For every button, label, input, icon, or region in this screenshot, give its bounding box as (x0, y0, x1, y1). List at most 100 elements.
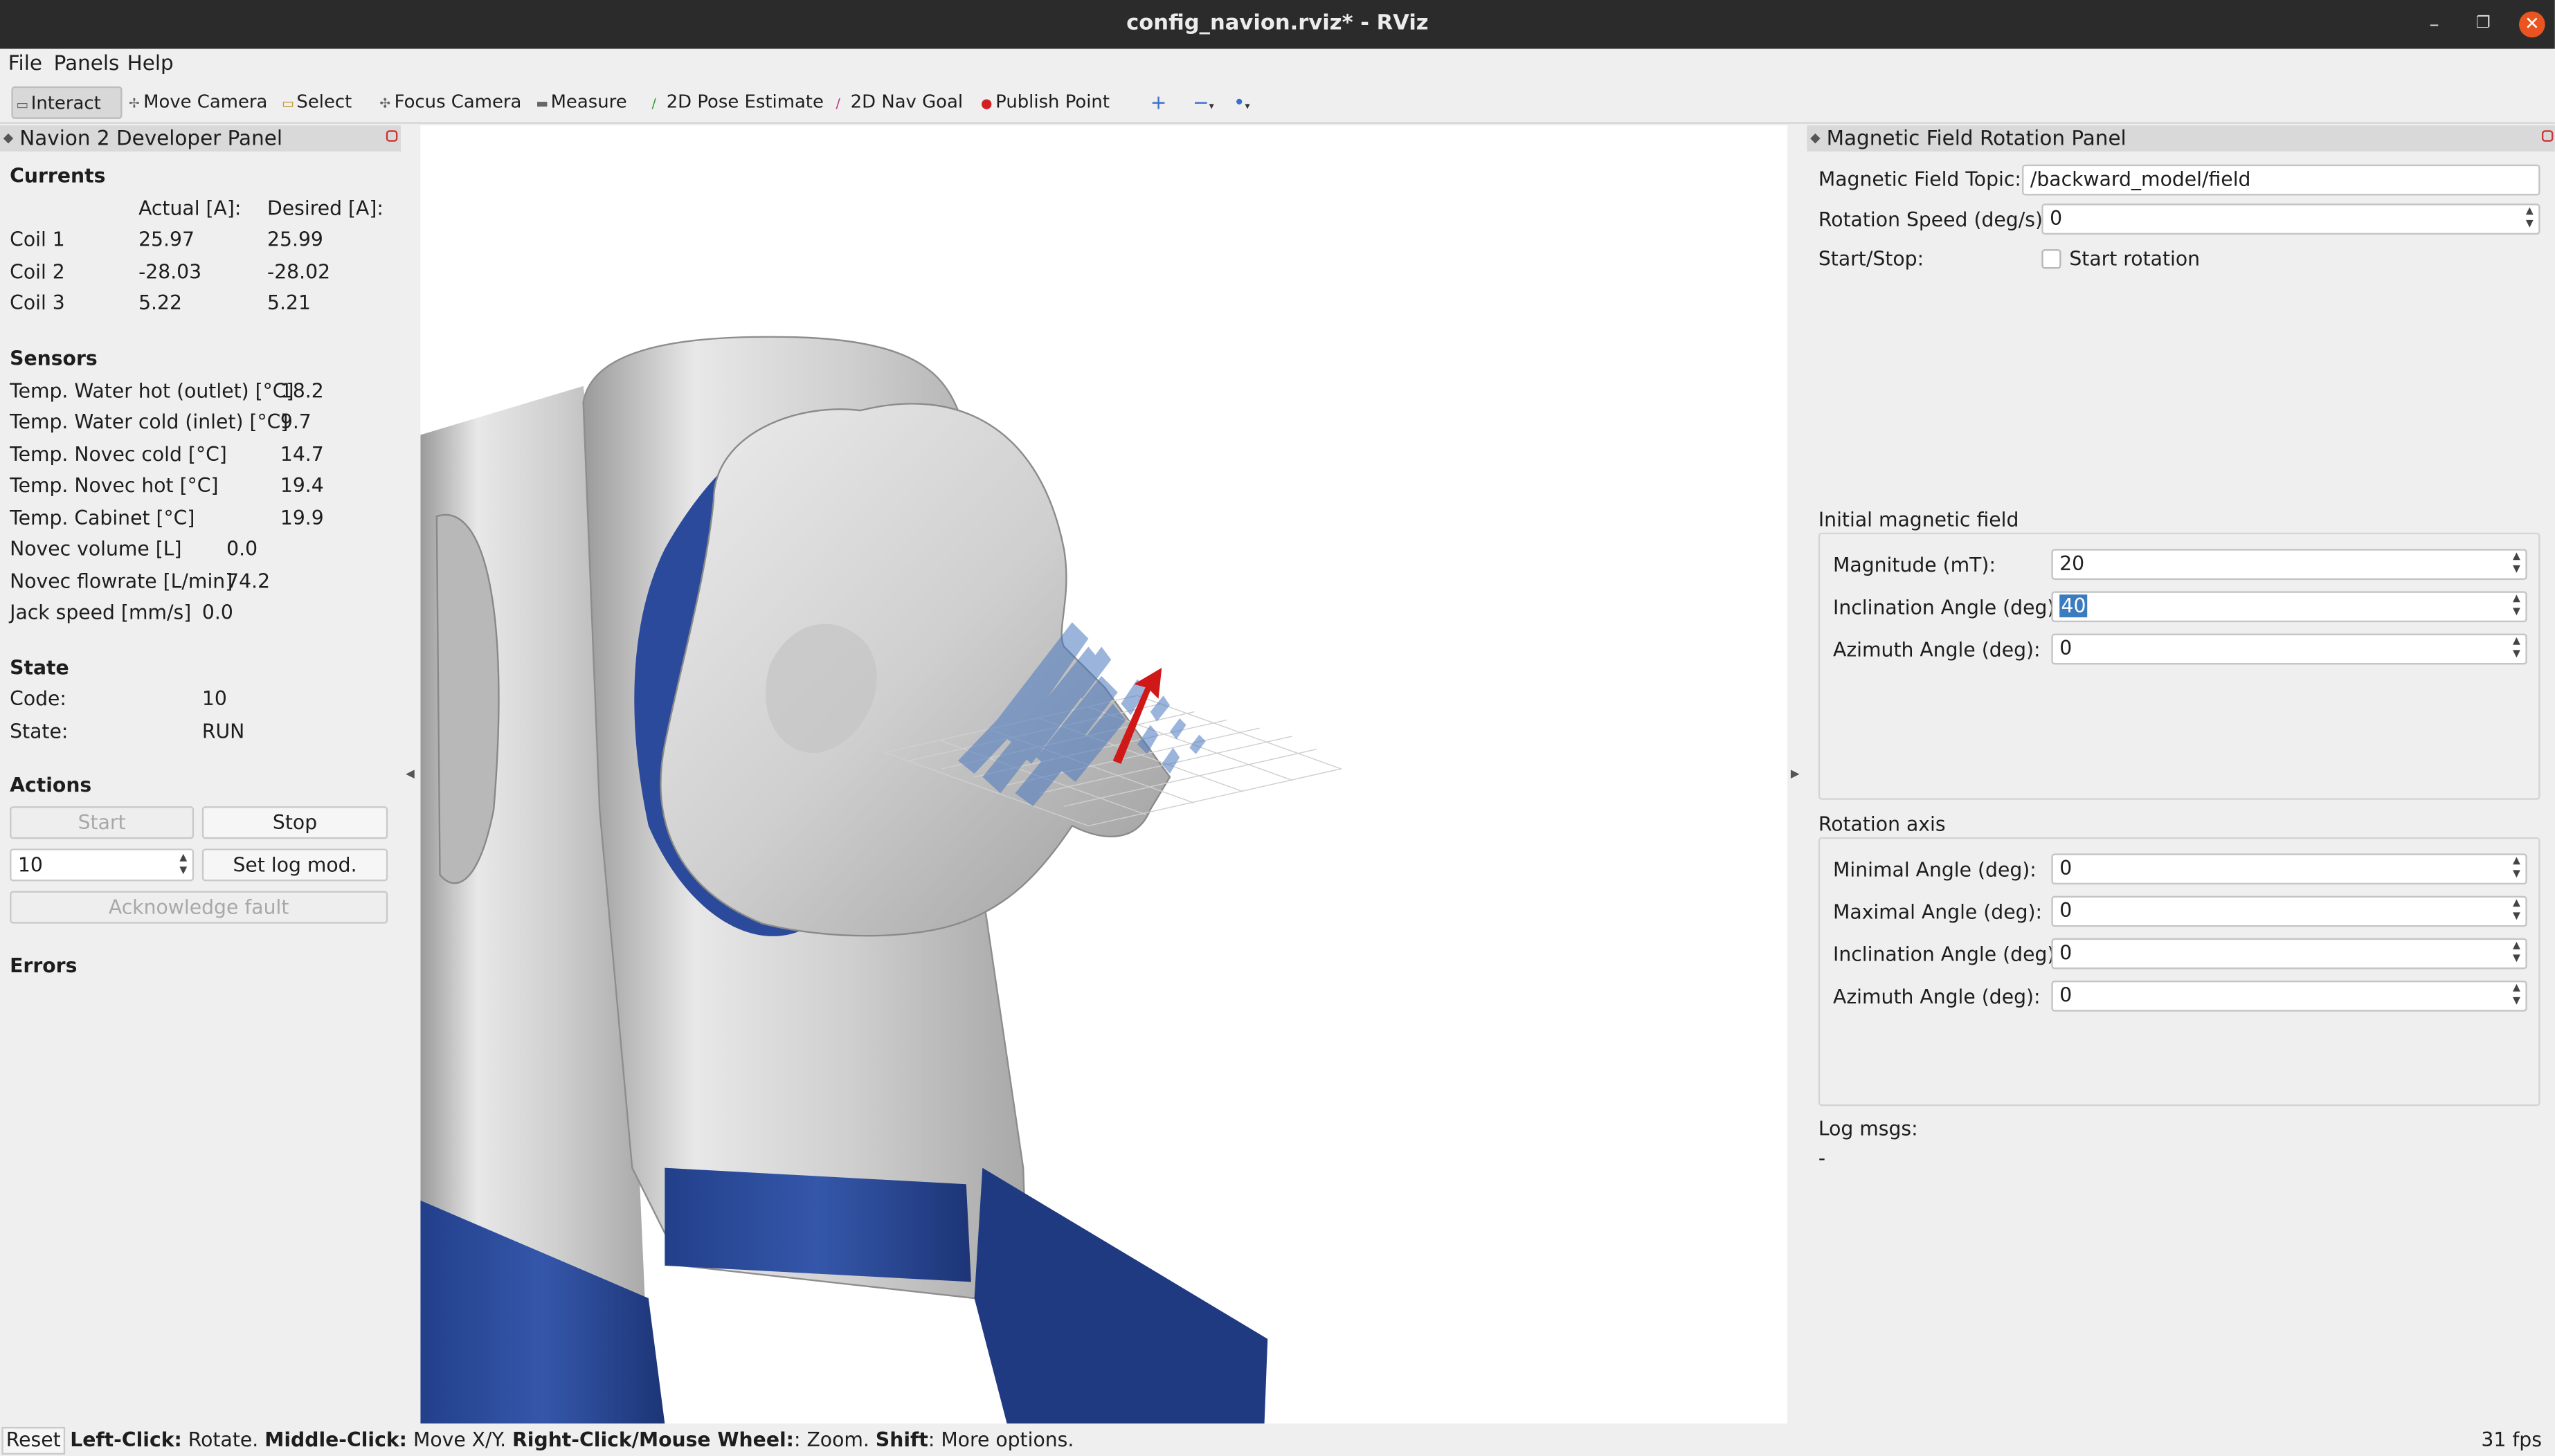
coil-desired: 5.21 (267, 291, 311, 315)
rot-azimuth-label: Azimuth Angle (deg): (1833, 985, 2041, 1009)
tool-select[interactable]: ▭ Select (278, 87, 352, 119)
pose-estimate-icon: / (651, 95, 656, 111)
col-actual-header: Actual [A]: (138, 197, 242, 220)
sensor-value: 0.0 (226, 537, 258, 561)
focus-camera-icon: ✣ (379, 95, 391, 111)
sensor-value: 0.0 (201, 601, 233, 624)
spin-arrows-icon[interactable]: ▲ ▼ (2509, 593, 2524, 621)
tool-publish-point[interactable]: ● Publish Point (977, 87, 1110, 119)
rotation-axis-heading: Rotation axis (1818, 812, 1946, 836)
navion-developer-panel: ◆ Navion 2 Developer Panel Currents Actu… (0, 125, 401, 1424)
foot-shape (974, 1167, 1268, 1424)
coil-name: Coil 1 (10, 228, 65, 251)
state-label: State: (10, 720, 69, 743)
spin-arrows-icon[interactable]: ▲ ▼ (176, 852, 190, 878)
rot-inclination-spinbox[interactable]: 0 ▲ ▼ (2051, 938, 2527, 970)
window-title: config_navion.rviz* - RViz (1126, 11, 1429, 36)
panel-close-icon[interactable] (2541, 130, 2554, 142)
device-render (420, 336, 1343, 1424)
status-help-text: Left-Click: Rotate. Middle-Click: Move X… (70, 1428, 1074, 1452)
start-rotation-checkbox[interactable] (2041, 249, 2061, 269)
spin-arrows-icon[interactable]: ▲ ▼ (2509, 855, 2524, 883)
tool-focus-camera[interactable]: ✣ Focus Camera (377, 87, 521, 119)
magnitude-spinbox[interactable]: 20 ▲ ▼ (2051, 549, 2527, 580)
dot-icon[interactable]: •▾ (1230, 87, 1250, 119)
spin-arrows-icon[interactable]: ▲ ▼ (2509, 635, 2524, 663)
topic-input[interactable]: /backward_model/field (2022, 164, 2540, 196)
min-angle-label: Minimal Angle (deg): (1833, 858, 2037, 882)
nav-goal-icon: / (836, 95, 840, 111)
state-value: RUN (201, 720, 245, 743)
tool-2d-pose-estimate[interactable]: /2D Pose Estimate (649, 87, 824, 119)
sensor-name: Temp. Water hot (outlet) [°C] (10, 379, 294, 403)
left-splitter[interactable]: ◀ (401, 125, 421, 1424)
sensor-name: Temp. Novec cold [°C] (10, 443, 227, 466)
interact-icon: ▭ (16, 98, 29, 113)
close-icon[interactable]: ✕ (2518, 11, 2545, 38)
start-stop-label: Start/Stop: (1818, 247, 1924, 271)
rotation-speed-label: Rotation Speed (deg/s): (1818, 208, 2050, 232)
sensor-name: Temp. Novec hot [°C] (10, 473, 219, 497)
spin-arrows-icon[interactable]: ▲ ▼ (2509, 982, 2524, 1010)
sensors-heading: Sensors (10, 347, 98, 370)
maximize-icon[interactable]: ❐ (2470, 11, 2496, 37)
state-code-label: Code: (10, 687, 66, 711)
start-rotation-label[interactable]: Start rotation (2069, 248, 2200, 271)
log-msgs-value: - (1818, 1147, 1826, 1170)
actions-heading: Actions (10, 774, 92, 797)
azimuth-label: Azimuth Angle (deg): (1833, 638, 2041, 662)
sensor-value: 18.2 (280, 379, 324, 403)
select-icon: ▭ (282, 95, 295, 111)
left-panel-title-bar: ◆ Navion 2 Developer Panel (0, 125, 401, 152)
window-titlebar: config_navion.rviz* - RViz – ❐ ✕ (0, 0, 2555, 49)
rotation-speed-spinbox[interactable]: 0 ▲ ▼ (2041, 203, 2540, 235)
spin-arrows-icon[interactable]: ▲ ▼ (2509, 551, 2524, 579)
menu-file[interactable]: File (8, 51, 42, 75)
menu-panels[interactable]: Panels (54, 51, 120, 75)
fps-counter: 31 fps (2481, 1428, 2542, 1452)
set-log-mode-button[interactable]: Set log mod. (201, 848, 388, 882)
menu-help[interactable]: Help (127, 51, 174, 75)
right-splitter[interactable]: ▶ (1787, 125, 1807, 1424)
azimuth-spinbox[interactable]: 0 ▲ ▼ (2051, 633, 2527, 665)
spin-arrows-icon[interactable]: ▲ ▼ (2509, 940, 2524, 967)
move-camera-icon: ✢ (128, 95, 140, 111)
3d-viewport[interactable] (420, 125, 1788, 1424)
toolbar: ▭ Interact ✢ Move Camera ▭ Select ✣ Focus Ca… (0, 81, 2555, 124)
coil-name: Coil 2 (10, 260, 65, 284)
tool-2d-nav-goal[interactable]: /2D Nav Goal (833, 87, 963, 119)
coil-desired: -28.02 (267, 260, 331, 284)
panel-close-icon[interactable] (386, 130, 398, 142)
spin-arrows-icon[interactable]: ▲ ▼ (2509, 898, 2524, 925)
max-angle-spinbox[interactable]: 0 ▲ ▼ (2051, 895, 2527, 927)
tool-measure[interactable]: ▬ Measure (533, 87, 626, 119)
coil-actual: -28.03 (138, 260, 202, 284)
coil-actual: 5.22 (138, 291, 182, 315)
log-mode-value: 10 (17, 853, 43, 877)
spin-arrows-icon[interactable]: ▲ ▼ (2522, 206, 2537, 233)
currents-heading: Currents (10, 164, 106, 188)
stop-button[interactable]: Stop (201, 806, 388, 839)
rot-azimuth-spinbox[interactable]: 0 ▲ ▼ (2051, 980, 2527, 1012)
sensor-name: Novec flowrate [L/min] (10, 570, 233, 593)
minus-icon[interactable]: −▾ (1189, 87, 1214, 119)
publish-point-icon: ● (980, 95, 993, 111)
splitter-left-arrow-icon[interactable]: ◀ (406, 767, 415, 781)
minimize-icon[interactable]: – (2421, 11, 2448, 37)
acknowledge-fault-button[interactable]: Acknowledge fault (10, 891, 388, 924)
panel-collapse-icon[interactable]: ◆ (3, 125, 13, 152)
splitter-right-arrow-icon[interactable]: ▶ (1791, 767, 1800, 781)
plus-icon[interactable]: + (1147, 87, 1167, 119)
inclination-spinbox[interactable]: 40 ▲ ▼ (2051, 591, 2527, 623)
right-panel-title: Magnetic Field Rotation Panel (1826, 125, 2127, 150)
coil-desired: 25.99 (267, 228, 323, 251)
start-button[interactable]: Start (10, 806, 195, 839)
tool-interact[interactable]: ▭ Interact (11, 86, 123, 119)
sensor-value: 19.9 (280, 507, 324, 529)
log-mode-spinbox[interactable]: 10 ▲ ▼ (10, 848, 195, 882)
panel-collapse-icon[interactable]: ◆ (1810, 125, 1820, 152)
reset-button[interactable]: Reset (1, 1426, 66, 1455)
tool-move-camera[interactable]: ✢ Move Camera (125, 87, 267, 119)
min-angle-spinbox[interactable]: 0 ▲ ▼ (2051, 853, 2527, 885)
sensor-name: Temp. Cabinet [°C] (10, 507, 195, 529)
